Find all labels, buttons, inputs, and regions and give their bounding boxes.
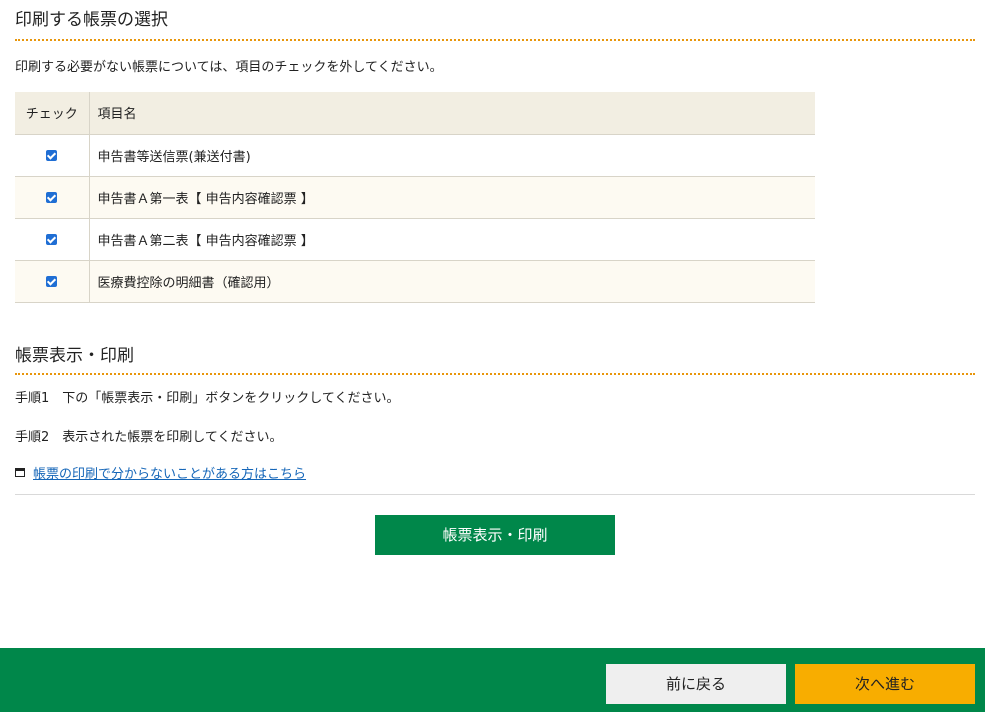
table-row: 申告書等送信票(兼送付書) [15,134,815,177]
section-title-select-forms: 印刷する帳票の選択 [15,0,975,41]
checkbox-cell [15,218,90,261]
checkbox-cell [15,176,90,219]
select-forms-instruction: 印刷する必要がない帳票については、項目のチェックを外してください。 [15,60,443,75]
form-checkbox[interactable] [46,275,58,287]
divider [15,493,975,495]
table-row: 申告書Ａ第一表【 申告内容確認票 】 [15,176,815,219]
form-item-label: 申告書Ａ第二表【 申告内容確認票 】 [89,218,815,261]
table-row: 申告書Ａ第二表【 申告内容確認票 】 [15,218,815,261]
help-link-row: 帳票の印刷で分からないことがある方はこちら [15,462,975,482]
main-content: 印刷する帳票の選択 印刷する必要がない帳票については、項目のチェックを外してくだ… [15,0,975,555]
form-item-label: 医療費控除の明細書（確認用） [89,260,815,303]
new-window-icon [15,467,25,477]
form-item-label: 申告書等送信票(兼送付書) [89,134,815,177]
table-header-row: チェック 項目名 [15,92,815,135]
form-checkbox[interactable] [46,149,58,161]
help-link-text: 帳票の印刷で分からないことがある方はこちら [33,466,307,482]
form-checkbox[interactable] [46,191,58,203]
page: 印刷する帳票の選択 印刷する必要がない帳票については、項目のチェックを外してくだ… [0,0,985,712]
form-checkbox[interactable] [46,233,58,245]
step-1-text: 手順1 下の「帳票表示・印刷」ボタンをクリックしてください。 [15,390,400,406]
footer-bar: 前に戻る 次へ進む [0,648,985,712]
next-button[interactable]: 次へ進む [795,664,975,704]
back-button[interactable]: 前に戻る [606,664,786,704]
form-item-label: 申告書Ａ第一表【 申告内容確認票 】 [89,176,815,219]
print-button-row: 帳票表示・印刷 [15,514,975,555]
table-row: 医療費控除の明細書（確認用） [15,260,815,303]
checkbox-cell [15,134,90,177]
step-2-text: 手順2 表示された帳票を印刷してください。 [15,429,283,445]
section-title-display-print: 帳票表示・印刷 [15,336,975,375]
help-link[interactable]: 帳票の印刷で分からないことがある方はこちら [15,463,306,482]
print-button[interactable]: 帳票表示・印刷 [375,514,615,555]
checkbox-cell [15,260,90,303]
column-header-check: チェック [15,92,90,135]
forms-table: チェック 項目名 申告書等送信票(兼送付書) 申告書Ａ第一表【 申告内容確認票 … [15,92,815,303]
column-header-item-name: 項目名 [89,92,815,135]
